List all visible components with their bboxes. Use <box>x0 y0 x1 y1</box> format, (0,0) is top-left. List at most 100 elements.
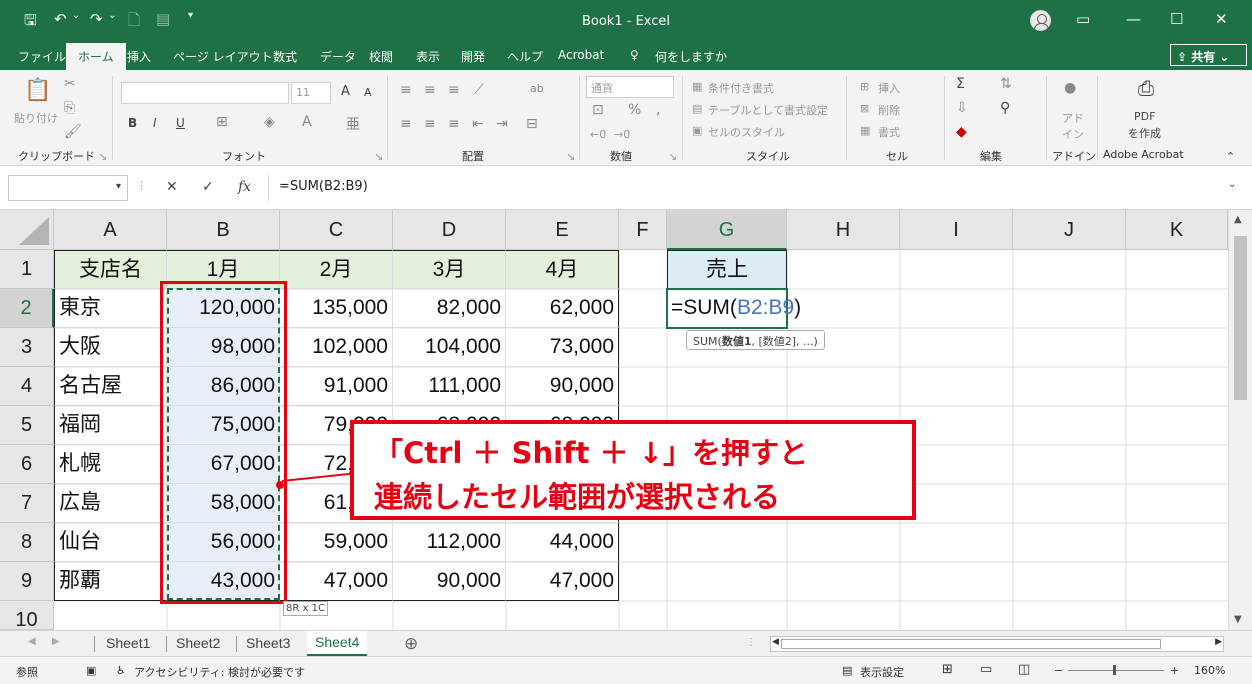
insert-function-icon[interactable]: fx <box>238 179 251 195</box>
cell-a1[interactable]: 支店名 <box>54 250 167 289</box>
column-header-c[interactable]: C <box>280 210 393 250</box>
column-header-k[interactable]: K <box>1126 210 1228 250</box>
border-icon[interactable]: ⊞ <box>216 114 228 130</box>
cell-d1[interactable]: 3月 <box>393 250 506 289</box>
tab-view[interactable]: 表示 <box>416 48 440 65</box>
accounting-format-icon[interactable]: ⊡ <box>592 102 604 118</box>
font-name-box[interactable] <box>121 82 289 104</box>
merge-center-icon[interactable]: ⊟ <box>526 116 538 132</box>
lightbulb-icon[interactable]: ♀ <box>630 48 639 62</box>
vertical-scrollbar[interactable]: ▲ ▼ <box>1228 210 1252 630</box>
find-select-icon[interactable]: ⚲ <box>1000 100 1010 116</box>
scroll-up-icon[interactable]: ▲ <box>1234 214 1242 225</box>
column-header-f[interactable]: F <box>619 210 667 250</box>
accessibility-status[interactable]: アクセシビリティ: 検討が必要です <box>134 664 305 680</box>
tab-formulas[interactable]: 数式 <box>273 48 297 65</box>
row-header-7[interactable]: 7 <box>0 484 54 523</box>
clipboard-launcher-icon[interactable]: ↘ <box>98 150 107 163</box>
create-pdf-label-2[interactable]: を作成 <box>1128 125 1161 141</box>
cell-d3[interactable]: 104,000 <box>393 328 506 367</box>
row-header-10[interactable]: 10 <box>0 601 54 631</box>
cell-a3[interactable]: 大阪 <box>54 328 167 367</box>
ribbon-display-options-icon[interactable]: ▭ <box>1076 10 1090 28</box>
cell-c3[interactable]: 102,000 <box>280 328 393 367</box>
horizontal-scrollbar[interactable]: ◀ ▶ <box>770 636 1224 652</box>
tab-review[interactable]: 校閲 <box>369 48 393 65</box>
cut-icon[interactable]: ✂ <box>64 76 76 92</box>
paste-icon[interactable]: 📋 <box>24 78 51 103</box>
paste-label[interactable]: 貼り付け <box>14 110 58 126</box>
next-sheet-icon[interactable]: ▶ <box>52 636 60 647</box>
tab-sheet3[interactable]: Sheet3 <box>246 635 290 651</box>
cell-e9[interactable]: 47,000 <box>506 562 619 601</box>
increase-indent-icon[interactable]: ⇥ <box>496 116 508 132</box>
column-header-b[interactable]: B <box>167 210 280 250</box>
decrease-indent-icon[interactable]: ⇤ <box>472 116 484 132</box>
pdf-icon[interactable]: ⎙ <box>1138 76 1154 100</box>
addins-button[interactable]: アド イン <box>1060 110 1086 142</box>
row-header-4[interactable]: 4 <box>0 367 54 406</box>
align-right-icon[interactable]: ≡ <box>448 116 460 132</box>
macro-record-icon[interactable]: ▣ <box>86 664 96 677</box>
align-top-icon[interactable]: ≡ <box>400 82 412 98</box>
zoom-slider-knob[interactable] <box>1113 665 1116 675</box>
column-header-a[interactable]: A <box>54 210 167 250</box>
bold-button[interactable]: B <box>128 116 137 130</box>
display-settings-button[interactable]: 表示設定 <box>860 664 904 680</box>
tab-sheet2[interactable]: Sheet2 <box>176 635 220 651</box>
page-layout-view-icon[interactable]: ▭ <box>980 662 992 677</box>
cell-d4[interactable]: 111,000 <box>393 367 506 406</box>
scroll-left-icon[interactable]: ◀ <box>772 637 779 647</box>
autosum-icon[interactable]: Σ <box>956 76 965 92</box>
hscroll-thumb[interactable] <box>781 639 1161 649</box>
column-header-d[interactable]: D <box>393 210 506 250</box>
share-button[interactable]: ⇪ 共有 ⌄ <box>1170 44 1247 66</box>
format-painter-icon[interactable]: 🖌 <box>64 124 82 140</box>
number-format-box[interactable]: 通貨 <box>586 76 674 98</box>
add-sheet-icon[interactable]: ⊕ <box>404 634 418 654</box>
cell-g1[interactable]: 売上 <box>667 250 787 289</box>
select-all-button[interactable] <box>0 210 54 250</box>
conditional-format-button[interactable]: 条件付き書式 <box>708 80 774 96</box>
font-launcher-icon[interactable]: ↘ <box>374 150 383 163</box>
zoom-slider[interactable] <box>1068 670 1164 671</box>
page-break-view-icon[interactable]: ◫ <box>1018 662 1030 677</box>
zoom-in-button[interactable]: + <box>1170 664 1179 677</box>
row-header-9[interactable]: 9 <box>0 562 54 601</box>
cell-e4[interactable]: 90,000 <box>506 367 619 406</box>
increase-font-icon[interactable]: A <box>341 84 350 99</box>
expand-formula-bar-icon[interactable]: ⌄ <box>1228 179 1236 190</box>
align-left-icon[interactable]: ≡ <box>400 116 412 132</box>
sort-filter-icon[interactable]: ⇅ <box>1000 76 1012 92</box>
row-header-3[interactable]: 3 <box>0 328 54 367</box>
cell-a9[interactable]: 那覇 <box>54 562 167 601</box>
collapse-ribbon-icon[interactable]: ⌃ <box>1226 150 1235 163</box>
minimize-button[interactable]: — <box>1126 10 1141 28</box>
name-box[interactable]: ▾ <box>8 175 128 201</box>
cell-a7[interactable]: 広島 <box>54 484 167 523</box>
enter-icon[interactable]: ✓ <box>202 179 214 195</box>
insert-cells-button[interactable]: 挿入 <box>878 80 900 96</box>
column-header-i[interactable]: I <box>900 210 1013 250</box>
font-size-box[interactable]: 11 <box>291 82 331 104</box>
percent-icon[interactable]: % <box>628 102 641 118</box>
alignment-launcher-icon[interactable]: ↘ <box>566 150 575 163</box>
cell-a8[interactable]: 仙台 <box>54 523 167 562</box>
tab-insert[interactable]: 挿入 <box>127 48 151 65</box>
column-header-e[interactable]: E <box>506 210 619 250</box>
accessibility-icon[interactable]: ♿ <box>116 664 126 677</box>
normal-view-icon[interactable]: ⊞ <box>942 662 953 677</box>
align-bottom-icon[interactable]: ≡ <box>448 82 460 98</box>
tab-sheet1[interactable]: Sheet1 <box>106 635 150 651</box>
cell-a6[interactable]: 札幌 <box>54 445 167 484</box>
zoom-out-button[interactable]: − <box>1054 664 1063 677</box>
decrease-font-icon[interactable]: A <box>364 86 372 99</box>
orientation-icon[interactable]: ⟋ <box>474 82 484 98</box>
zoom-level[interactable]: 160% <box>1194 664 1225 677</box>
cell-c8[interactable]: 59,000 <box>280 523 393 562</box>
row-header-5[interactable]: 5 <box>0 406 54 445</box>
column-header-g[interactable]: G <box>667 210 787 250</box>
prev-sheet-icon[interactable]: ◀ <box>28 636 36 647</box>
conditional-format-icon[interactable]: ▦ <box>692 80 702 93</box>
column-header-j[interactable]: J <box>1013 210 1126 250</box>
